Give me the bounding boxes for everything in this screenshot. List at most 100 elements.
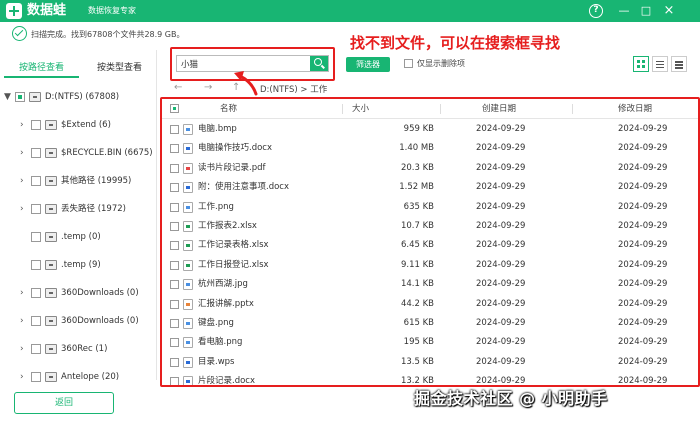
- close-icon[interactable]: ×: [661, 3, 677, 19]
- row-checkbox[interactable]: [170, 280, 179, 290]
- row-checkbox[interactable]: [170, 338, 179, 348]
- tree-checkbox[interactable]: [31, 120, 41, 130]
- only-deleted-checkbox[interactable]: [404, 59, 413, 68]
- row-checkbox[interactable]: [170, 319, 179, 328]
- tree-checkbox[interactable]: [31, 176, 41, 186]
- tree-item[interactable]: › Antelope (20): [0, 368, 157, 386]
- row-checkbox[interactable]: [170, 241, 179, 251]
- modified-date-cell: 2024-09-29: [618, 182, 668, 193]
- table-row[interactable]: 键盘.png 615 KB 2024-09-29 2024-09-29: [162, 314, 698, 333]
- tree-checkbox[interactable]: [31, 148, 41, 158]
- tree-item-label: 360Rec (1): [61, 344, 108, 354]
- file-size-cell: 195 KB: [403, 337, 434, 348]
- row-checkbox[interactable]: [170, 163, 179, 173]
- file-name-cell: 电脑操作技巧.docx: [198, 143, 273, 154]
- tab-by-type[interactable]: 按类型查看: [82, 58, 157, 78]
- modified-date-cell: 2024-09-29: [618, 376, 668, 385]
- table-row[interactable]: 杭州西湖.jpg 14.1 KB 2024-09-29 2024-09-29: [162, 275, 698, 294]
- table-row[interactable]: 片段记录.docx 13.2 KB 2024-09-29 2024-09-29: [162, 372, 698, 385]
- table-row[interactable]: 工作日报登记.xlsx 9.11 KB 2024-09-29 2024-09-29: [162, 256, 698, 275]
- tree-item[interactable]: › 丢失路径 (1972): [0, 200, 157, 218]
- title-bar: 数据蛙 数据恢复专家 ? — □ ×: [0, 0, 700, 22]
- row-checkbox[interactable]: [170, 260, 179, 270]
- col-name-header[interactable]: 名称: [220, 99, 237, 119]
- tree-item[interactable]: › $Extend (6): [0, 116, 157, 134]
- tree-item[interactable]: › 其他路径 (19995): [0, 172, 157, 190]
- minimize-icon[interactable]: —: [616, 3, 632, 19]
- tree-checkbox[interactable]: [31, 232, 41, 242]
- table-row[interactable]: 汇报讲解.pptx 44.2 KB 2024-09-29 2024-09-29: [162, 295, 698, 314]
- tree-checkbox[interactable]: [31, 288, 41, 298]
- file-name-cell: 片段记录.docx: [198, 376, 256, 385]
- folder-icon: [45, 120, 57, 130]
- row-checkbox[interactable]: [170, 144, 179, 154]
- table-row[interactable]: 目录.wps 13.5 KB 2024-09-29 2024-09-29: [162, 353, 698, 372]
- row-checkbox[interactable]: [170, 357, 179, 367]
- col-size-header[interactable]: 大小: [352, 99, 369, 119]
- table-row[interactable]: 读书片段记录.pdf 20.3 KB 2024-09-29 2024-09-29: [162, 159, 698, 178]
- row-checkbox[interactable]: [170, 183, 179, 193]
- nav-back-icon[interactable]: ←: [174, 82, 182, 93]
- tree-checkbox[interactable]: [31, 204, 41, 214]
- folder-icon: [45, 288, 57, 298]
- tree-checkbox[interactable]: [31, 344, 41, 354]
- tree-checkbox[interactable]: [31, 260, 41, 270]
- maximize-icon[interactable]: □: [638, 3, 654, 19]
- table-row[interactable]: 工作报表2.xlsx 10.7 KB 2024-09-29 2024-09-29: [162, 217, 698, 236]
- expand-right-icon[interactable]: ›: [20, 116, 28, 134]
- expand-down-icon[interactable]: ▼: [4, 88, 12, 106]
- table-row[interactable]: 电脑操作技巧.docx 1.40 MB 2024-09-29 2024-09-29: [162, 139, 698, 158]
- tree-item[interactable]: .temp (0): [0, 228, 157, 246]
- tree-item[interactable]: › $RECYCLE.BIN (6675): [0, 144, 157, 162]
- tree-item[interactable]: › 360Downloads (0): [0, 312, 157, 330]
- nav-up-icon[interactable]: ↑: [232, 82, 240, 93]
- docx-file-icon: [183, 376, 193, 385]
- col-modified-header[interactable]: 修改日期: [618, 99, 652, 119]
- grid-view-icon[interactable]: [633, 56, 649, 72]
- expand-right-icon[interactable]: ›: [20, 340, 28, 358]
- filter-button[interactable]: 筛选器: [346, 57, 390, 72]
- expand-right-icon[interactable]: ›: [20, 200, 28, 218]
- modified-date-cell: 2024-09-29: [618, 124, 668, 134]
- row-checkbox[interactable]: [170, 222, 179, 231]
- tree-checkbox[interactable]: [31, 316, 41, 326]
- tree-checkbox[interactable]: [15, 92, 25, 102]
- expand-right-icon[interactable]: ›: [20, 312, 28, 330]
- file-name-cell: 工作日报登记.xlsx: [198, 259, 269, 270]
- back-button[interactable]: 返回: [14, 392, 114, 414]
- col-created-header[interactable]: 创建日期: [482, 99, 516, 119]
- tab-by-path[interactable]: 按路径查看: [4, 58, 79, 78]
- modified-date-cell: 2024-09-29: [618, 279, 668, 290]
- created-date-cell: 2024-09-29: [476, 240, 526, 251]
- tree-item[interactable]: › 360Downloads (0): [0, 284, 157, 302]
- help-icon[interactable]: ?: [589, 4, 603, 18]
- file-name-cell: 目录.wps: [198, 356, 235, 367]
- table-row[interactable]: 附：使用注意事项.docx 1.52 MB 2024-09-29 2024-09-29: [162, 178, 698, 197]
- nav-forward-icon[interactable]: →: [204, 82, 212, 93]
- select-all-checkbox[interactable]: [170, 104, 179, 113]
- expand-right-icon[interactable]: ›: [20, 284, 28, 302]
- table-row[interactable]: 工作.png 635 KB 2024-09-29 2024-09-29: [162, 198, 698, 217]
- table-row[interactable]: 电脑.bmp 959 KB 2024-09-29 2024-09-29: [162, 120, 698, 139]
- tree-item[interactable]: .temp (9): [0, 256, 157, 274]
- file-name-cell: 读书片段记录.pdf: [198, 162, 266, 173]
- expand-right-icon[interactable]: ›: [20, 368, 28, 386]
- file-size-cell: 13.2 KB: [400, 376, 434, 385]
- list-view-icon[interactable]: [652, 56, 668, 72]
- detail-view-icon[interactable]: [671, 56, 687, 72]
- tree-item-label: $RECYCLE.BIN (6675): [61, 148, 153, 158]
- tree-item-label: .temp (0): [61, 232, 101, 242]
- row-checkbox[interactable]: [170, 377, 179, 385]
- tree-item[interactable]: ▼ D:(NTFS) (67808): [0, 88, 157, 106]
- row-checkbox[interactable]: [170, 299, 179, 309]
- file-size-cell: 1.52 MB: [399, 182, 434, 193]
- table-row[interactable]: 工作记录表格.xlsx 6.45 KB 2024-09-29 2024-09-29: [162, 236, 698, 255]
- tree-item[interactable]: › 360Rec (1): [0, 340, 157, 358]
- row-checkbox[interactable]: [170, 125, 179, 134]
- row-checkbox[interactable]: [170, 202, 179, 212]
- tree-checkbox[interactable]: [31, 372, 41, 382]
- tree-item-label: 360Downloads (0): [61, 288, 139, 298]
- table-row[interactable]: 看电脑.png 195 KB 2024-09-29 2024-09-29: [162, 333, 698, 352]
- expand-right-icon[interactable]: ›: [20, 172, 28, 190]
- expand-right-icon[interactable]: ›: [20, 144, 28, 162]
